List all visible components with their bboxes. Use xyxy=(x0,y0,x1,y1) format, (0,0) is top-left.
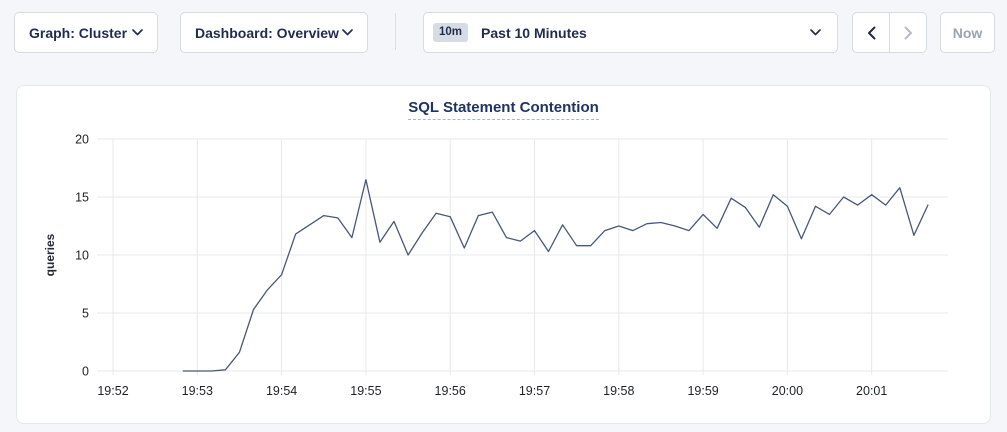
next-timespan-button[interactable] xyxy=(889,13,926,52)
line-chart-canvas[interactable]: 0 5 10 15 20 19:52 19:53 19:54 19:55 19:56 19:57 19… xyxy=(17,86,990,423)
chevron-down-icon xyxy=(342,29,353,36)
series-line-queries xyxy=(183,180,928,371)
x-tick-label: 19:57 xyxy=(519,384,550,398)
time-range-badge: 10m xyxy=(433,23,468,43)
y-tick-label: 0 xyxy=(82,365,89,379)
x-tick-label: 19:54 xyxy=(266,384,297,398)
graph-dropdown-label: Graph: Cluster xyxy=(29,25,127,41)
chevron-left-icon xyxy=(867,26,876,40)
chart-title[interactable]: SQL Statement Contention xyxy=(408,99,599,120)
toolbar-divider xyxy=(395,13,396,50)
dashboard-dropdown-label: Dashboard: Overview xyxy=(195,25,339,41)
chevron-right-icon xyxy=(904,26,913,40)
graph-dropdown[interactable]: Graph: Cluster xyxy=(14,12,158,53)
chevron-down-icon xyxy=(810,29,821,36)
time-range-picker[interactable]: 10m Past 10 Minutes xyxy=(423,12,838,53)
dashboard-dropdown[interactable]: Dashboard: Overview xyxy=(180,12,368,53)
chevron-down-icon xyxy=(132,29,143,36)
time-step-buttons xyxy=(852,12,927,53)
y-tick-label: 15 xyxy=(75,191,89,205)
chart-panel: SQL Statement Contention 0 5 10 15 20 19:52 19… xyxy=(16,85,991,424)
x-tick-label: 19:53 xyxy=(182,384,213,398)
now-button-label: Now xyxy=(953,25,983,41)
x-tick-label: 19:58 xyxy=(603,384,634,398)
time-range-label: Past 10 Minutes xyxy=(481,25,587,41)
toolbar: Graph: Cluster Dashboard: Overview 10m P… xyxy=(0,0,1007,53)
x-tick-label: 19:56 xyxy=(435,384,466,398)
y-axis-title: queries xyxy=(43,233,57,276)
chart-title-wrap: SQL Statement Contention xyxy=(17,99,990,120)
x-tick-label: 19:52 xyxy=(97,384,128,398)
y-tick-label: 10 xyxy=(75,249,89,263)
previous-timespan-button[interactable] xyxy=(853,13,889,52)
x-tick-label: 19:59 xyxy=(687,384,718,398)
y-tick-label: 5 xyxy=(82,307,89,321)
y-tick-label: 20 xyxy=(75,133,89,147)
x-tick-label: 19:55 xyxy=(350,384,381,398)
x-tick-label: 20:01 xyxy=(856,384,887,398)
x-tick-label: 20:00 xyxy=(772,384,803,398)
now-button[interactable]: Now xyxy=(940,12,995,53)
